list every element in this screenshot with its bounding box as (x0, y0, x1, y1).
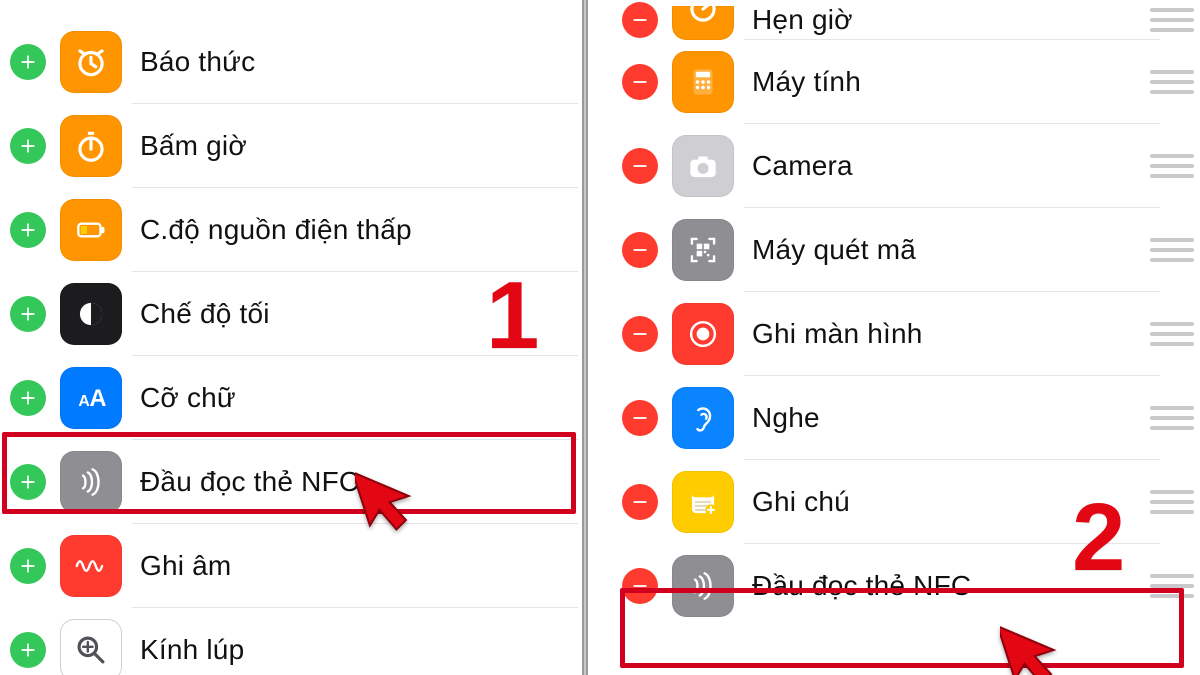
drag-handle-icon[interactable] (1150, 238, 1194, 262)
right-panel: Hẹn giờ Máy tính Camera (612, 0, 1200, 675)
row-stopwatch[interactable]: Bấm giờ (0, 104, 578, 188)
remove-button[interactable] (622, 232, 658, 268)
row-nfc-right[interactable]: Đầu đọc thẻ NFC (612, 544, 1200, 628)
row-label: Chế độ tối (140, 298, 270, 330)
svg-text:A: A (78, 393, 90, 410)
row-camera[interactable]: Camera (612, 124, 1200, 208)
row-lowpower[interactable]: C.độ nguồn điện thấp (0, 188, 578, 272)
row-textsize[interactable]: AA Cỡ chữ (0, 356, 578, 440)
row-screenrec[interactable]: Ghi màn hình (612, 292, 1200, 376)
add-button[interactable] (10, 296, 46, 332)
row-qr[interactable]: Máy quét mã (612, 208, 1200, 292)
notes-icon (672, 471, 734, 533)
minus-icon (629, 575, 651, 597)
row-label: Máy tính (752, 66, 861, 98)
drag-handle-icon[interactable] (1150, 70, 1194, 94)
voicememo-icon (60, 535, 122, 597)
plus-icon (17, 471, 39, 493)
minus-icon (629, 323, 651, 345)
drag-handle-icon[interactable] (1150, 574, 1194, 598)
row-label: Báo thức (140, 46, 255, 78)
timer-icon (672, 6, 734, 40)
row-alarm[interactable]: Báo thức (0, 20, 578, 104)
row-label: Kính lúp (140, 634, 244, 666)
row-label: Ghi màn hình (752, 318, 923, 350)
remove-button[interactable] (622, 568, 658, 604)
magnifier-icon (60, 619, 122, 675)
drag-handle-icon[interactable] (1150, 490, 1194, 514)
plus-icon (17, 219, 39, 241)
remove-button[interactable] (622, 400, 658, 436)
minus-icon (629, 71, 651, 93)
row-calculator[interactable]: Máy tính (612, 40, 1200, 124)
minus-icon (629, 9, 651, 31)
row-label: Máy quét mã (752, 234, 916, 266)
row-notes[interactable]: Ghi chú (612, 460, 1200, 544)
add-button[interactable] (10, 128, 46, 164)
row-label: Camera (752, 150, 853, 182)
minus-icon (629, 155, 651, 177)
row-timer[interactable]: Hẹn giờ (612, 0, 1200, 40)
panel-divider (582, 0, 588, 675)
remove-button[interactable] (622, 64, 658, 100)
row-label: Hẹn giờ (752, 4, 853, 36)
tutorial-composite: Báo thức Bấm giờ C.độ nguồn điện thấp (0, 0, 1200, 675)
remove-button[interactable] (622, 2, 658, 38)
drag-handle-icon[interactable] (1150, 8, 1194, 32)
minus-icon (629, 491, 651, 513)
row-label: Bấm giờ (140, 130, 247, 162)
add-button[interactable] (10, 464, 46, 500)
drag-handle-icon[interactable] (1150, 154, 1194, 178)
plus-icon (17, 639, 39, 661)
minus-icon (629, 239, 651, 261)
add-button[interactable] (10, 44, 46, 80)
nfc-icon (60, 451, 122, 513)
row-magnifier[interactable]: Kính lúp (0, 608, 578, 675)
left-panel: Báo thức Bấm giờ C.độ nguồn điện thấp (0, 0, 578, 675)
drag-handle-icon[interactable] (1150, 406, 1194, 430)
plus-icon (17, 555, 39, 577)
plus-icon (17, 51, 39, 73)
record-icon (672, 303, 734, 365)
plus-icon (17, 387, 39, 409)
calculator-icon (672, 51, 734, 113)
row-label: Cỡ chữ (140, 382, 236, 414)
textsize-icon: AA (60, 367, 122, 429)
row-nfc-left[interactable]: Đầu đọc thẻ NFC (0, 440, 578, 524)
row-voicememo[interactable]: Ghi âm (0, 524, 578, 608)
plus-icon (17, 303, 39, 325)
minus-icon (629, 407, 651, 429)
darkmode-icon (60, 283, 122, 345)
svg-text:A: A (89, 385, 106, 412)
stopwatch-icon (60, 115, 122, 177)
row-label: Đầu đọc thẻ NFC (752, 570, 971, 602)
remove-button[interactable] (622, 148, 658, 184)
alarm-icon (60, 31, 122, 93)
nfc-icon (672, 555, 734, 617)
row-label: C.độ nguồn điện thấp (140, 214, 412, 246)
qr-scan-icon (672, 219, 734, 281)
row-label: Nghe (752, 402, 820, 434)
remove-button[interactable] (622, 316, 658, 352)
add-button[interactable] (10, 632, 46, 668)
plus-icon (17, 135, 39, 157)
camera-icon (672, 135, 734, 197)
row-label: Ghi chú (752, 486, 850, 518)
remove-button[interactable] (622, 484, 658, 520)
row-hearing[interactable]: Nghe (612, 376, 1200, 460)
row-darkmode[interactable]: Chế độ tối (0, 272, 578, 356)
row-label: Đầu đọc thẻ NFC (140, 466, 359, 498)
ear-icon (672, 387, 734, 449)
add-button[interactable] (10, 212, 46, 248)
battery-icon (60, 199, 122, 261)
add-button[interactable] (10, 548, 46, 584)
add-button[interactable] (10, 380, 46, 416)
row-label: Ghi âm (140, 550, 231, 582)
drag-handle-icon[interactable] (1150, 322, 1194, 346)
